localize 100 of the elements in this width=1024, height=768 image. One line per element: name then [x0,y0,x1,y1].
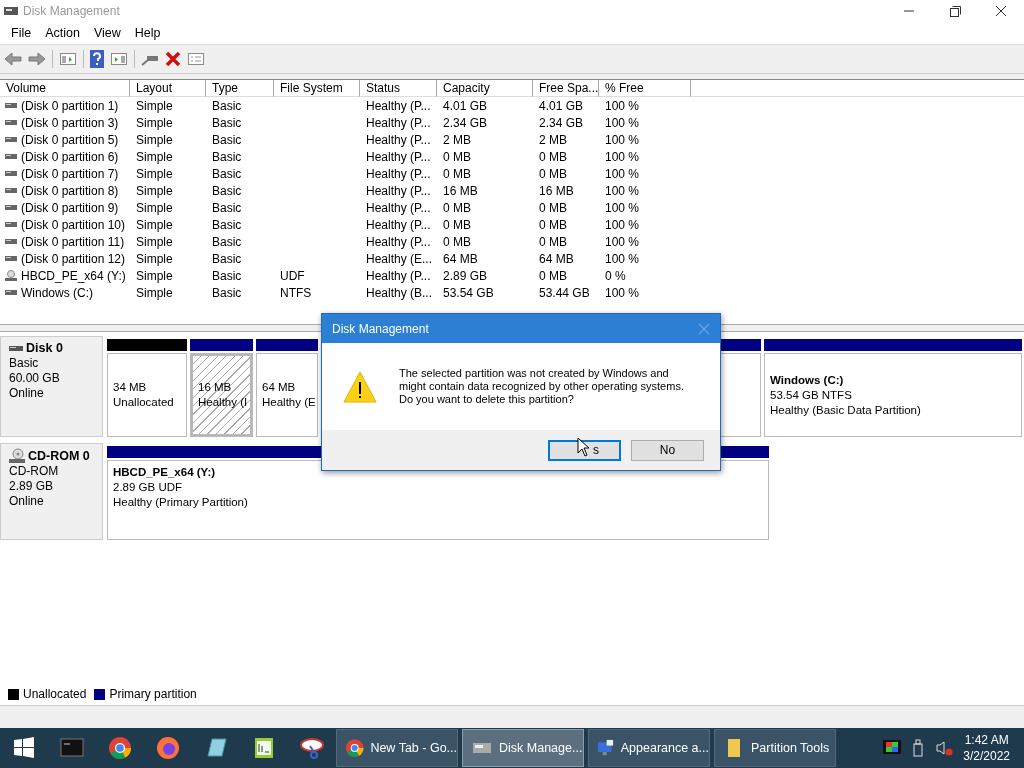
partition-status: Unallocated [113,395,174,410]
properties-icon[interactable] [187,51,205,67]
table-cell: 2.34 GB [443,115,488,130]
table-cell: Healthy (E... [366,251,433,266]
dialog-title: Disk Management [332,321,429,336]
table-cell: Basic [212,149,242,164]
table-cell: (Disk 0 partition 1) [21,98,119,113]
table-cell: Simple [136,217,173,232]
table-cell: 0 MB [443,149,471,164]
drive-icon [5,186,17,195]
menu-item[interactable]: Help [127,26,168,40]
table-cell: Basic [212,251,242,266]
table-cell: 16 MB [443,183,478,198]
table-cell: Simple [136,183,173,198]
disc-drive-icon [9,448,25,464]
menu-item[interactable]: View [86,26,128,40]
table-cell: Basic [212,115,242,130]
disk-info-panel[interactable]: Disk 0 Basic 60.00 GB Online [0,336,103,437]
table-cell: (Disk 0 partition 6) [21,149,119,164]
table-cell: 100 % [605,217,640,232]
table-cell: 2 MB [539,132,567,147]
partition-size: 2.89 GB UDF [113,480,183,495]
chrome-icon [345,737,365,759]
table-cell: 0 % [605,268,626,283]
legend-label: Unallocated [23,687,87,701]
column-header[interactable]: File System [274,80,360,97]
table-cell: Basic [212,217,242,232]
speaker-muted-icon[interactable] [935,740,954,756]
table-cell: (Disk 0 partition 8) [21,183,119,198]
console-tree-icon[interactable] [59,51,77,67]
table-cell: Healthy (P... [366,217,431,232]
table-cell: NTFS [280,285,312,300]
dialog-button[interactable]: s [548,439,621,461]
disk-name: Disk 0 [26,341,63,356]
back-icon[interactable] [4,51,22,67]
table-cell: 64 MB [443,251,478,266]
clock-time[interactable]: 1:42 AM [964,732,1009,748]
table-cell: Simple [136,285,173,300]
taskbar-button[interactable]: Disk Manage... [462,729,584,767]
delete-icon[interactable] [165,51,181,67]
partition-label: HBCD_PE_x64 (Y:) [113,465,216,480]
table-cell: 53.54 GB [443,285,494,300]
table-cell: Healthy (P... [366,98,431,113]
taskbar-button[interactable]: Partition Tools [714,729,836,767]
partition-size: 34 MB [113,380,147,395]
drive-icon [5,118,17,127]
partition-status: Healthy (Primary Partition) [113,495,248,510]
usb-drive-icon[interactable] [911,739,926,757]
partition-size: 53.54 GB NTFS [770,387,852,403]
menu-item[interactable]: File [4,26,39,40]
taskbar-button[interactable]: Appearance a... [588,729,710,767]
column-header[interactable]: Capacity [437,80,533,97]
column-header[interactable]: Layout [130,80,206,97]
menu-item[interactable]: Action [38,26,87,40]
disk-info-panel[interactable]: CD-ROM 0 CD-ROM 2.89 GB Online [0,443,103,540]
action-pane-icon[interactable] [110,51,128,67]
table-cell: 0 MB [443,166,471,181]
color-display-icon[interactable] [883,740,902,756]
table-cell: 100 % [605,115,640,130]
table-cell: Simple [136,234,173,249]
taskbar-button[interactable]: New Tab - Go... [336,729,458,767]
table-cell: 0 MB [539,268,567,283]
table-cell: (Disk 0 partition 10) [21,217,126,232]
dialog-button[interactable]: No [631,439,704,461]
table-cell: Healthy (P... [366,268,431,283]
column-header[interactable]: Free Spa... [533,80,599,97]
table-cell: 0 MB [443,200,471,215]
column-header[interactable]: Type [206,80,274,97]
partition-block[interactable]: Windows (C:) 53.54 GB NTFS Healthy (Basic Data Partition) [764,353,1022,437]
table-cell: Basic [212,268,242,283]
clock-date[interactable]: 3/2/2022 [963,748,1010,764]
table-cell: Basic [212,285,242,300]
partition-block[interactable]: 16 MB Healthy (I [190,353,253,437]
disk-size: 60.00 GB [9,371,61,386]
drive-icon [5,152,17,161]
partition-color-bar [256,339,318,351]
disk-size: 2.89 GB [9,479,55,494]
forward-icon[interactable] [28,51,46,67]
partition-status: Healthy (Basic Data Partition) [770,402,921,418]
disk-type: Basic [9,356,40,371]
partition-block[interactable]: 34 MB Unallocated [107,353,187,437]
table-cell: 4.01 GB [443,98,488,113]
column-header[interactable]: Volume [0,80,130,97]
column-header[interactable]: Status [360,80,437,97]
disk-type: CD-ROM [9,464,60,479]
table-cell: 100 % [605,132,640,147]
table-cell: 100 % [605,200,640,215]
column-header[interactable]: % Free [599,80,691,97]
table-cell: 100 % [605,166,640,181]
partition-status: Healthy (E [262,395,316,410]
table-cell: 2 MB [443,132,471,147]
partition-label: Windows (C:) [770,372,844,388]
partition-block[interactable]: 64 MB Healthy (E [256,353,318,437]
drive-icon [5,101,17,110]
help-icon[interactable] [90,50,104,68]
table-cell: Healthy (B... [366,285,433,300]
table-cell: Basic [212,183,242,198]
window-title: Disk Management [23,4,121,18]
drive-icon [5,135,17,144]
partition-color-bar [190,339,253,351]
